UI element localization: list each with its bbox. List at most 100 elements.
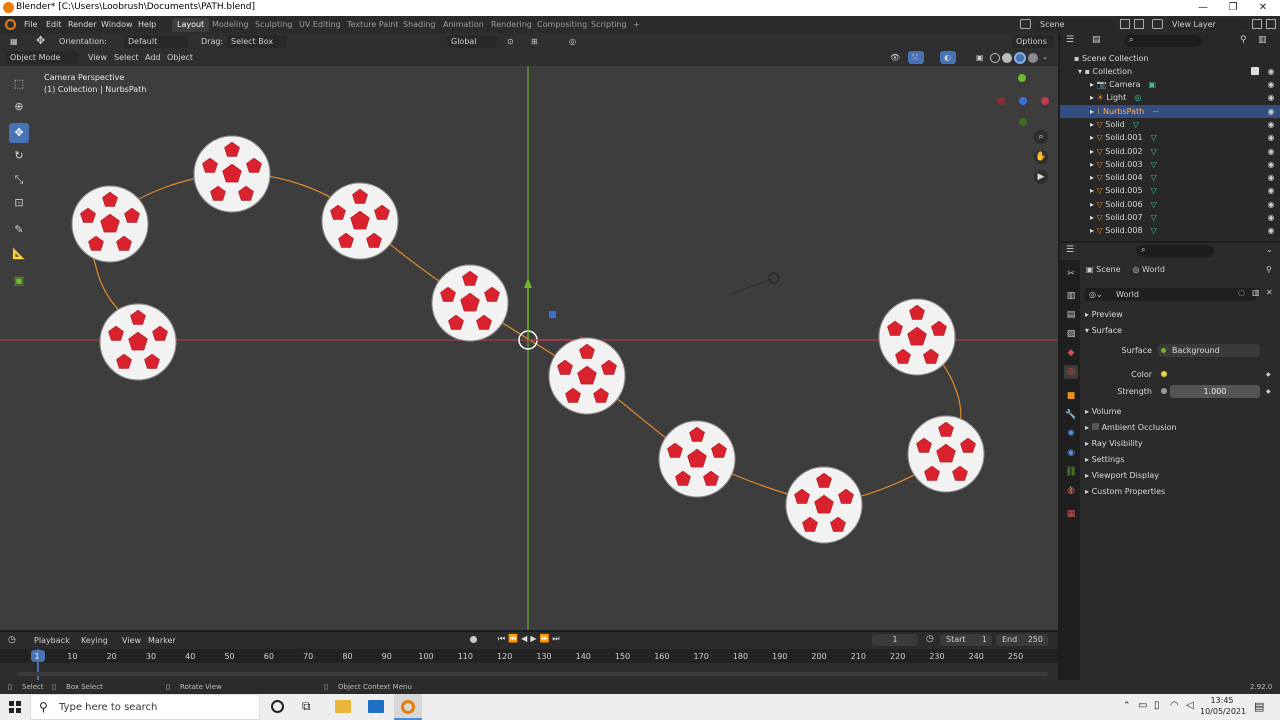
timeline-view-menu[interactable]: View [118, 634, 145, 647]
outliner-item-solid-001[interactable]: ▸ ▽ Solid.001 ▽ ◉ [1060, 131, 1280, 144]
scale-tool-icon[interactable]: ⤡ [9, 170, 29, 190]
minimize-button[interactable]: — [1188, 0, 1218, 16]
section-settings[interactable]: ▸ Settings [1085, 453, 1124, 466]
nav-gizmo-y[interactable] [1018, 74, 1026, 82]
start-frame-field[interactable]: Start 1 [940, 634, 992, 646]
mode-dropdown[interactable]: Object Mode [6, 51, 78, 64]
world-name-field[interactable]: World [1084, 288, 1256, 301]
mesh-data-icon[interactable]: ▽ [1151, 213, 1157, 222]
properties-search-input[interactable]: ⌕ [1136, 245, 1214, 257]
outliner-item-solid-003[interactable]: ▸ ▽ Solid.003 ▽ ◉ [1060, 158, 1280, 171]
outliner-item-solid-005[interactable]: ▸ ▽ Solid.005 ▽ ◉ [1060, 184, 1280, 197]
move-tool-icon[interactable]: ✥ [9, 123, 29, 143]
eye-icon[interactable]: ◉ [1266, 211, 1276, 224]
orientation-dropdown[interactable]: Default [124, 35, 188, 48]
playback-controls[interactable]: ⏮⏪◀▶⏩⏭ [498, 634, 563, 644]
tab-animation[interactable]: Animation [438, 18, 489, 32]
scene-tab-icon[interactable]: ◆ [1064, 346, 1078, 360]
section-preview[interactable]: ▸ Preview [1085, 308, 1123, 321]
curve-data-icon[interactable]: ∽ [1152, 107, 1159, 116]
section-custom-properties[interactable]: ▸ Custom Properties [1085, 485, 1165, 498]
new-view-layer-icon[interactable] [1252, 19, 1262, 29]
camera-data-icon[interactable]: ▣ [1148, 80, 1156, 89]
eye-icon[interactable]: ◉ [1266, 224, 1276, 237]
section-surface[interactable]: ▾ Surface [1085, 324, 1122, 337]
outliner-item-light[interactable]: ▸ ☀ Light ◎ ◉ [1060, 91, 1280, 104]
eye-icon[interactable]: ◉ [1266, 105, 1276, 118]
editor-type-icon[interactable]: ▦ [6, 35, 24, 48]
properties-options-icon[interactable]: ⌄ [1266, 245, 1273, 254]
pin-icon[interactable]: ⚲ [1266, 265, 1272, 274]
visibility-icon[interactable]: 👁 [886, 51, 904, 64]
tray-chevron-icon[interactable]: ⌃ [1123, 701, 1131, 711]
world-tab-icon[interactable]: ◎ [1064, 365, 1078, 379]
measure-tool-icon[interactable]: 📐 [9, 244, 29, 264]
proportional-edit-icon[interactable]: ◎ [565, 35, 591, 48]
transform-tool-icon[interactable]: ⊡ [9, 193, 29, 213]
tool-tab-icon[interactable]: ✂ [1064, 267, 1078, 281]
strength-field[interactable]: 1.000 [1170, 385, 1260, 398]
checkbox-icon[interactable] [1251, 67, 1259, 75]
mesh-data-icon[interactable]: ▽ [1151, 133, 1157, 142]
outliner-item-solid-004[interactable]: ▸ ▽ Solid.004 ▽ ◉ [1060, 171, 1280, 184]
transform-orientation-dropdown[interactable]: Global [447, 35, 497, 48]
notifications-icon[interactable]: ▤ [1254, 700, 1264, 713]
preview-range-icon[interactable]: ◷ [926, 634, 934, 644]
blender-menu-icon[interactable] [5, 19, 16, 30]
eye-icon[interactable]: ◉ [1266, 198, 1276, 211]
menu-window[interactable]: Window [97, 18, 137, 31]
material-tab-icon[interactable]: ◍ [1064, 484, 1078, 498]
taskbar-date[interactable]: 10/05/2021 [1200, 707, 1246, 716]
mesh-data-icon[interactable]: ▽ [1151, 186, 1157, 195]
eye-icon[interactable]: ◉ [1266, 118, 1276, 131]
world-type-icon[interactable]: ◎⌄ [1089, 290, 1103, 299]
shading-options-icon[interactable]: ⌄ [1042, 53, 1048, 61]
mesh-data-icon[interactable]: ▽ [1151, 160, 1157, 169]
render-tab-icon[interactable]: ▥ [1064, 289, 1078, 303]
light-data-icon[interactable]: ◎ [1134, 93, 1141, 102]
section-volume[interactable]: ▸ Volume [1085, 405, 1121, 418]
xray-icon[interactable]: ▣ [972, 51, 986, 64]
filter-icon[interactable]: ⚲ [1240, 35, 1247, 45]
view-layer-tab-icon[interactable]: ▧ [1064, 327, 1078, 341]
outliner-scene-collection[interactable]: ▪ Scene Collection [1060, 52, 1280, 65]
outliner-item-solid-007[interactable]: ▸ ▽ Solid.007 ▽ ◉ [1060, 211, 1280, 224]
outliner-item-solid-008[interactable]: ▸ ▽ Solid.008 ▽ ◉ [1060, 224, 1280, 237]
mesh-data-icon[interactable]: ▽ [1151, 226, 1157, 235]
mail-icon[interactable] [368, 700, 384, 713]
nav-gizmo-neg-x[interactable] [997, 97, 1005, 105]
wireframe-shading-icon[interactable] [990, 53, 1000, 63]
pivot-point-icon[interactable]: ⊙ [503, 35, 521, 48]
outliner-item-solid[interactable]: ▸ ▽ Solid ▽ ◉ [1060, 118, 1280, 131]
eye-icon[interactable]: ◉ [1266, 65, 1276, 78]
mesh-data-icon[interactable]: ▽ [1151, 200, 1157, 209]
menu-file[interactable]: File [20, 18, 41, 31]
camera-view-icon[interactable]: ▶ [1034, 170, 1048, 184]
snap-icon[interactable]: ⊞ [527, 35, 557, 48]
outliner-item-camera[interactable]: ▸ 📷 Camera ▣ ◉ [1060, 78, 1280, 91]
gizmo-toggle-icon[interactable]: ⤧ [908, 51, 924, 64]
output-tab-icon[interactable]: ▤ [1064, 308, 1078, 322]
playback-menu[interactable]: Playback [30, 634, 74, 647]
tab-compositing[interactable]: Compositing [532, 18, 592, 32]
marker-menu[interactable]: Marker [144, 634, 180, 647]
3d-viewport[interactable]: Camera Perspective (1) Collection | Nurb… [0, 66, 1058, 630]
outliner-editor-type-icon[interactable]: ☰ [1066, 35, 1084, 47]
cursor-tool-icon[interactable]: ⊕ [9, 97, 29, 117]
copy-world-icon[interactable]: ▥ [1252, 288, 1260, 297]
zoom-icon[interactable]: ⌕ [1034, 130, 1048, 144]
tab-layout[interactable]: Layout [172, 18, 210, 32]
solid-shading-icon[interactable] [1002, 53, 1012, 63]
annotate-tool-icon[interactable]: ✎ [9, 220, 29, 240]
section-ray-visibility[interactable]: ▸ Ray Visibility [1085, 437, 1143, 450]
delete-view-layer-icon[interactable] [1266, 19, 1276, 29]
tray-volume-icon[interactable]: ◁ [1186, 700, 1194, 711]
tray-network-icon[interactable]: ▭ [1138, 700, 1147, 711]
material-shading-icon[interactable] [1014, 52, 1026, 64]
new-scene-icon[interactable] [1120, 19, 1130, 29]
options-dropdown[interactable]: Options [1012, 35, 1054, 48]
properties-editor-type-icon[interactable]: ☰ [1066, 245, 1074, 255]
particles-tab-icon[interactable]: ✺ [1064, 427, 1078, 441]
outliner-item-solid-006[interactable]: ▸ ▽ Solid.006 ▽ ◉ [1060, 198, 1280, 211]
mesh-data-icon[interactable]: ▽ [1133, 120, 1139, 129]
